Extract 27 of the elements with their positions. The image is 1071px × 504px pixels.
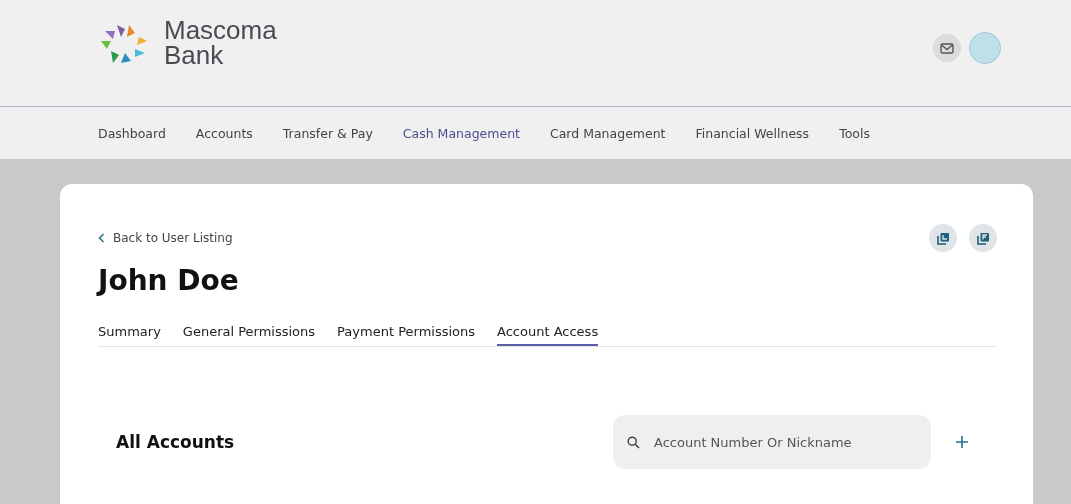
copy-button[interactable] — [929, 224, 957, 252]
tab[interactable]: General Permissions — [182, 324, 316, 346]
tab[interactable]: Payment Permissions — [337, 324, 476, 346]
search-input[interactable]: Account Number Or Nickname — [652, 433, 917, 451]
brand-name: Mascoma — [164, 18, 277, 43]
nav-link[interactable]: Financial Wellness — [695, 125, 810, 141]
tab[interactable]: Account Access — [497, 324, 599, 346]
stack-icon — [936, 231, 950, 245]
copy-button[interactable] — [969, 224, 997, 252]
section-title: All Accounts — [116, 432, 236, 452]
back-link[interactable]: Back to User Listing — [98, 231, 233, 245]
nav-link[interactable]: Transfer & Pay — [282, 125, 373, 141]
search-icon — [627, 435, 640, 449]
chevron-left-icon — [98, 233, 105, 243]
mail-button[interactable] — [933, 34, 961, 62]
mail-icon — [940, 42, 954, 54]
plus-icon — [955, 435, 969, 449]
nav-link[interactable]: Card Management — [549, 125, 666, 141]
stack-icon — [976, 231, 990, 245]
user-name: John Doe — [98, 264, 240, 298]
brand-name: Bank — [164, 43, 225, 68]
tab[interactable]: Summary — [98, 324, 161, 346]
search-box[interactable]: Account Number Or Nickname — [613, 415, 931, 469]
nav-link[interactable]: Dashboard — [98, 125, 166, 141]
nav-link[interactable]: Tools — [839, 125, 870, 141]
nav-link[interactable]: Accounts — [195, 125, 253, 141]
nav-link[interactable]: Cash Management — [402, 125, 520, 141]
